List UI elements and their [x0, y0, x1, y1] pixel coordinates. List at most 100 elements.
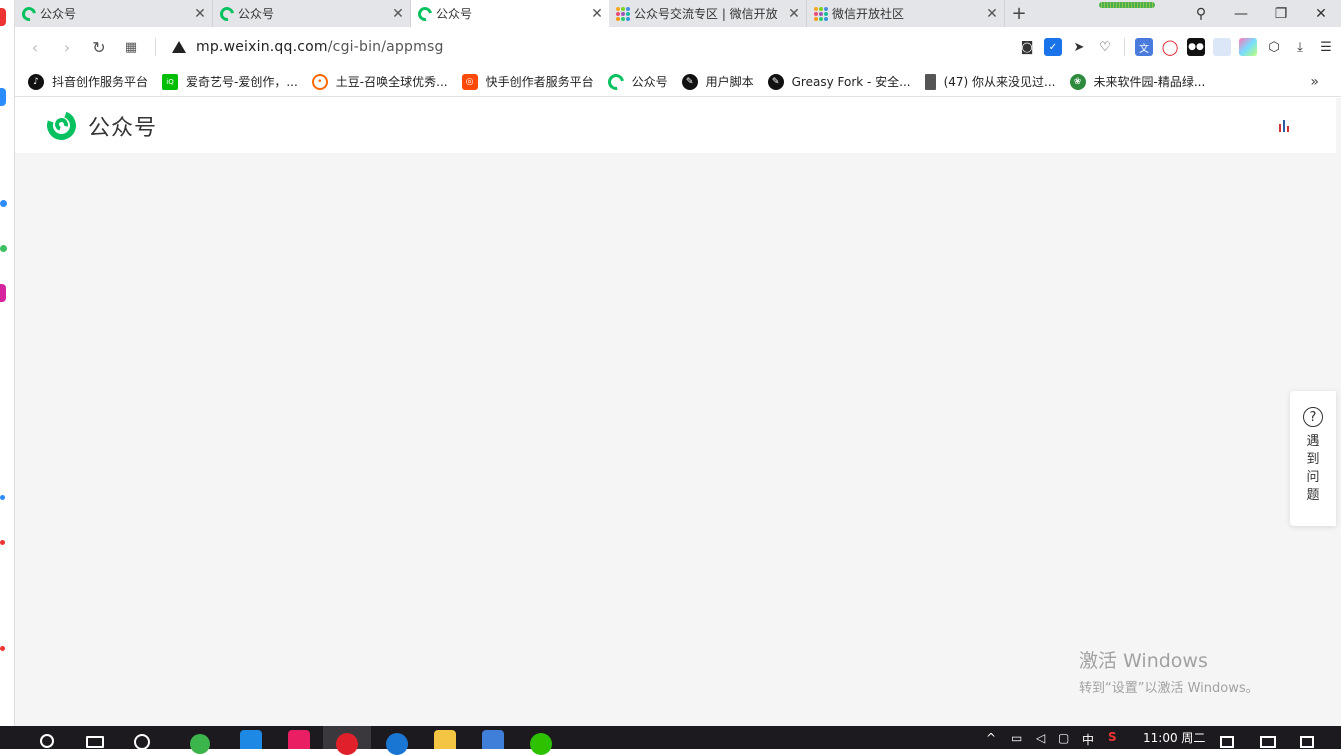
opera-taskbar-icon[interactable] [336, 733, 358, 755]
file-explorer-icon[interactable] [434, 730, 456, 749]
wechat-mp-logo-icon[interactable] [42, 106, 81, 145]
bookmark-item[interactable]: ◎ 快手创作者服务平台 [461, 73, 594, 90]
task-view-icon[interactable] [86, 736, 104, 748]
browser-tab[interactable]: 公众号 ✕ [15, 0, 213, 27]
browser-tab[interactable]: 微信开放社区 ✕ [807, 0, 1005, 27]
help-label: 遇到问题 [1306, 434, 1320, 503]
close-tab-icon[interactable]: ✕ [386, 6, 410, 22]
search-icon[interactable] [40, 734, 54, 748]
opera-icon[interactable]: ◯ [1161, 38, 1179, 56]
wechat-mp-icon [217, 3, 237, 24]
help-float-button[interactable]: ? 遇到问题 [1290, 391, 1336, 526]
background-window-edge [0, 0, 15, 726]
cube-icon[interactable]: ⬡ [1265, 38, 1283, 56]
app-taskbar-icon[interactable] [288, 730, 310, 749]
app-taskbar-icon[interactable] [240, 730, 262, 749]
watermark-subtitle: 转到“设置”以激活 Windows。 [1079, 681, 1259, 696]
wechat-mp-icon [604, 70, 627, 93]
sogou-icon[interactable]: S [1108, 730, 1117, 744]
wechat-open-grid-icon [814, 6, 828, 21]
close-tab-icon[interactable]: ✕ [782, 6, 806, 22]
app-icon-fragment [0, 245, 7, 252]
bookmarks-bar: ♪ 抖音创作服务平台 iQ 爱奇艺号-爱创作，... • 土豆-召唤全球优秀..… [15, 67, 1341, 97]
chevron-up-icon[interactable]: ^ [986, 731, 996, 745]
question-icon: ? [1303, 407, 1323, 427]
close-tab-icon[interactable]: ✕ [188, 6, 212, 22]
url-path: /cgi-bin/appmsg [327, 39, 444, 55]
browser-tab[interactable]: 公众号交流专区 | 微信开放 ✕ [609, 0, 807, 27]
translate-icon[interactable]: 文 [1135, 38, 1153, 56]
clock-app-icon[interactable] [134, 734, 150, 750]
tudou-icon: • [311, 73, 328, 90]
wechat-taskbar-icon[interactable] [530, 733, 552, 755]
wechat-mp-icon [415, 3, 435, 24]
windows-activation-watermark: 激活 Windows 转到“设置”以激活 Windows。 [1079, 646, 1259, 696]
ime-indicator[interactable]: 中 [1082, 731, 1094, 748]
reader-icon[interactable] [1213, 38, 1231, 56]
iqiyi-icon: iQ [162, 73, 179, 90]
account-avatar[interactable] [1276, 116, 1294, 134]
menu-icon[interactable]: ☰ [1317, 38, 1335, 56]
search-tabs-icon[interactable]: ⚲ [1181, 0, 1221, 27]
minimize-button[interactable]: — [1221, 0, 1261, 27]
action-center-icon[interactable] [1260, 736, 1276, 748]
bookmark-item[interactable]: ✎ 用户脚本 [681, 73, 754, 90]
page-content: 公众号 ? 遇到问题 激活 Windows 转到“设置”以激活 Windows。 [15, 98, 1341, 726]
bookmark-label: (47) 你从来没见过... [943, 75, 1056, 89]
close-window-button[interactable]: ✕ [1301, 0, 1341, 27]
wechat-mp-icon [19, 3, 39, 24]
greasyfork-icon: ✎ [681, 73, 698, 90]
shield-icon[interactable]: ✓ [1044, 38, 1062, 56]
bookmark-item[interactable]: ✎ Greasy Fork - 安全... [767, 73, 911, 90]
bookmark-item[interactable]: 公众号 [604, 70, 668, 93]
heart-icon[interactable]: ♡ [1096, 38, 1114, 56]
browser-taskbar-icon[interactable] [190, 734, 210, 754]
bookmark-item[interactable]: • 土豆-召唤全球优秀... [311, 73, 448, 90]
forward-icon[interactable]: › [51, 31, 83, 63]
screenshot-icon[interactable]: ◙ [1018, 38, 1036, 56]
windows-taskbar: ^ ▭ ◁ ▢ 中 S 11:00 周二 [0, 726, 1341, 755]
reload-icon[interactable]: ↻ [83, 31, 115, 63]
bookmark-item[interactable]: ♪ 抖音创作服务平台 [28, 73, 148, 90]
close-tab-icon[interactable]: ✕ [980, 6, 1004, 22]
browser-tab[interactable]: 公众号 ✕ [213, 0, 411, 27]
wechat-open-grid-icon [616, 6, 630, 21]
network-icon[interactable]: ▭ [1011, 731, 1022, 745]
extension-icon[interactable]: ●● [1187, 38, 1205, 56]
apps-grid-icon[interactable]: ▦ [115, 31, 147, 63]
bookmark-item[interactable]: iQ 爱奇艺号-爱创作，... [162, 73, 298, 90]
url-host: mp.weixin.qq.com [196, 39, 328, 55]
brand-title[interactable]: 公众号 [88, 110, 157, 142]
document-icon [924, 73, 936, 90]
new-tab-button[interactable]: + [1007, 0, 1031, 27]
toolbar-actions: ◙ ✓ ➤ ♡ 文 ◯ ●● ⬡ ⤓ ☰ [1018, 27, 1335, 67]
taskbar-clock[interactable]: 11:00 周二 [1143, 729, 1205, 746]
color-picker-icon[interactable] [1239, 38, 1257, 56]
volume-icon[interactable]: ◁ [1036, 731, 1045, 745]
toolbar-divider [1124, 38, 1125, 56]
bookmark-label: 未来软件园-精品绿... [1093, 75, 1206, 89]
app-taskbar-icon[interactable] [386, 733, 408, 755]
bookmark-label: Greasy Fork - 安全... [791, 75, 911, 89]
display-icon[interactable]: ▢ [1058, 731, 1069, 745]
notifications-icon[interactable] [1220, 736, 1234, 748]
notification-dot [0, 540, 5, 545]
notification-dot [0, 495, 5, 500]
url-field[interactable]: mp.weixin.qq.com/cgi-bin/appmsg [196, 39, 444, 55]
send-icon[interactable]: ➤ [1070, 38, 1088, 56]
restore-button[interactable]: ❐ [1261, 0, 1301, 27]
warning-icon[interactable] [172, 41, 186, 53]
bookmark-item[interactable]: (47) 你从来没见过... [924, 73, 1056, 90]
bookmark-label: 爱奇艺号-爱创作，... [186, 75, 298, 89]
show-desktop-icon[interactable] [1300, 736, 1314, 748]
browser-tab-active[interactable]: 公众号 ✕ [411, 0, 609, 27]
bookmark-item[interactable]: ❀ 未来软件园-精品绿... [1069, 73, 1206, 90]
close-tab-icon[interactable]: ✕ [585, 6, 609, 22]
more-bookmarks-button[interactable]: » [1310, 74, 1319, 90]
download-icon[interactable]: ⤓ [1291, 38, 1309, 56]
back-icon[interactable]: ‹ [19, 31, 51, 63]
window-controls: ⚲ — ❐ ✕ [1099, 0, 1341, 27]
app-taskbar-icon[interactable] [482, 730, 504, 749]
tab-strip: 公众号 ✕ 公众号 ✕ 公众号 ✕ 公众号交流专区 | 微信开放 ✕ 微信开放社… [15, 0, 1341, 27]
watermark-title: 激活 Windows [1079, 650, 1208, 672]
